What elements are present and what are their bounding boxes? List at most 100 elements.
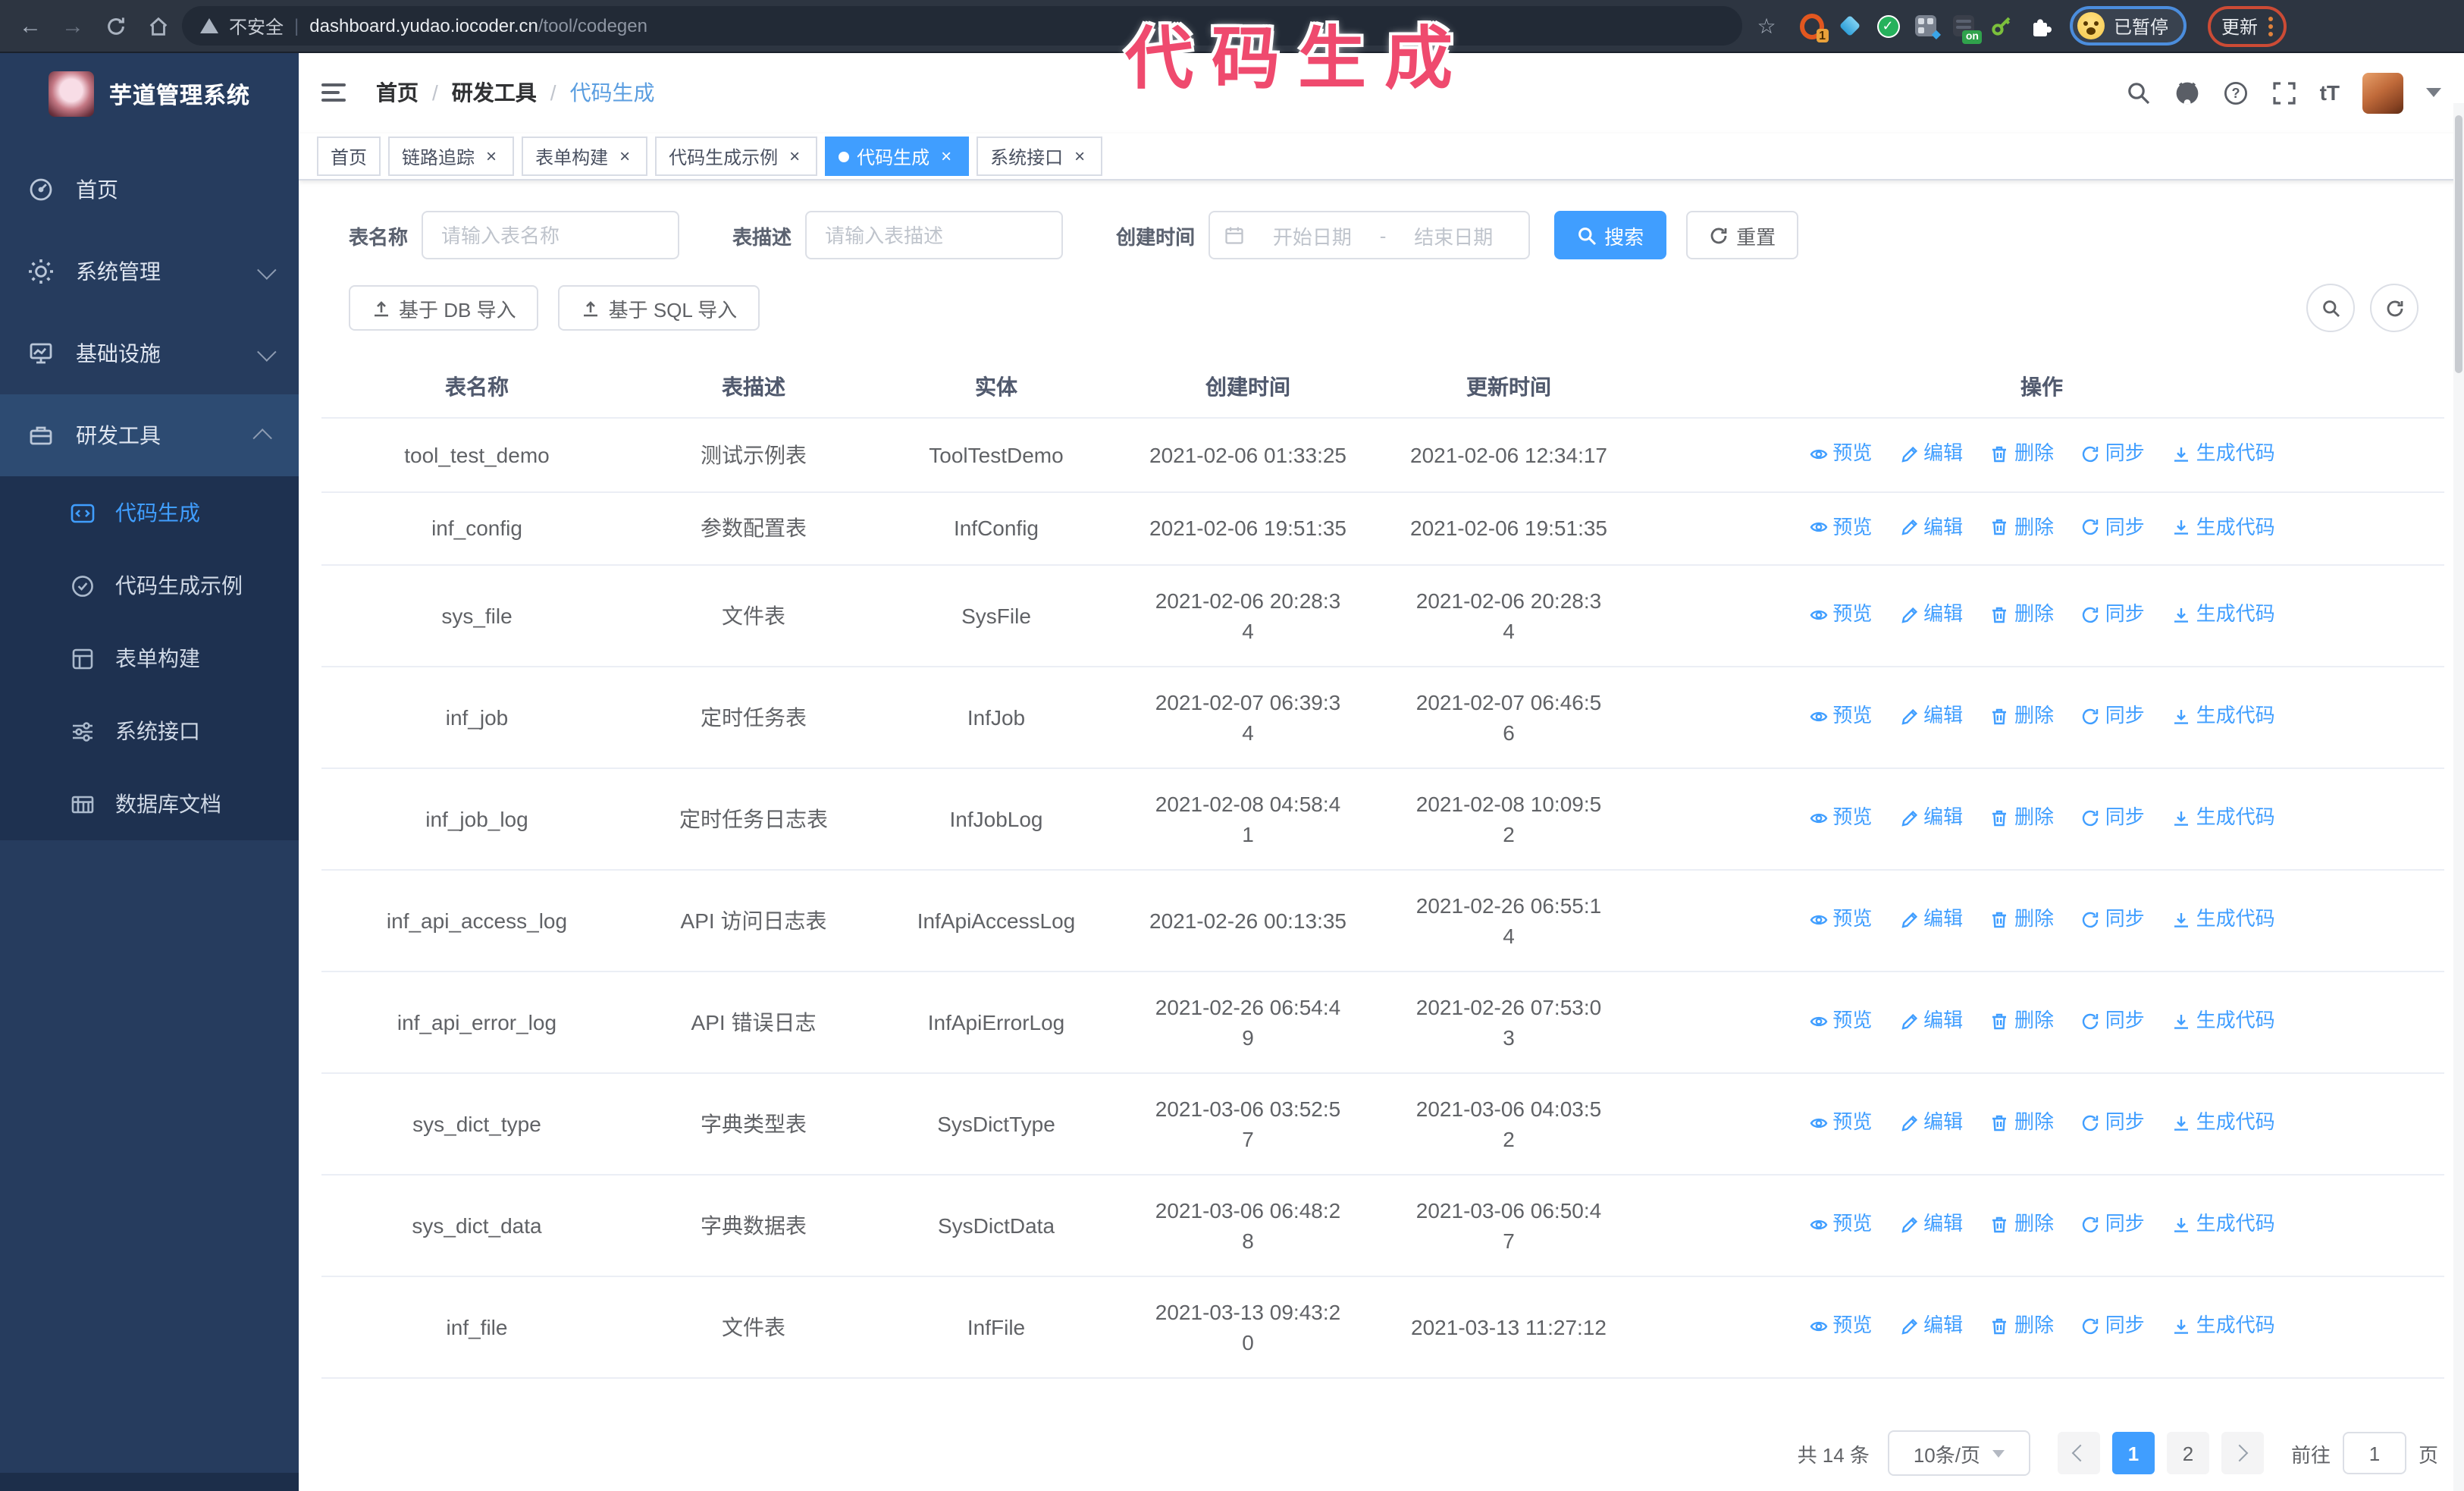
preview-link[interactable]: 预览 [1808, 512, 1872, 542]
avatar-caret-icon[interactable] [2426, 88, 2441, 97]
sync-link[interactable]: 同步 [2081, 512, 2145, 542]
edit-link[interactable]: 编辑 [1899, 1311, 1963, 1342]
edit-link[interactable]: 编辑 [1899, 702, 1963, 732]
goto-page-input[interactable] [2342, 1432, 2406, 1474]
generate-code-link[interactable]: 生成代码 [2172, 600, 2275, 630]
sidebar-item-home[interactable]: 首页 [0, 149, 299, 231]
page-button-1[interactable]: 1 [2111, 1432, 2155, 1474]
extension-check-icon[interactable] [1876, 14, 1900, 38]
sync-link[interactable]: 同步 [2081, 600, 2145, 630]
sidebar-item-db-doc[interactable]: 数据库文档 [0, 767, 299, 840]
sync-link[interactable]: 同步 [2081, 702, 2145, 732]
tab-form-builder[interactable]: 表单构建 [522, 137, 648, 176]
browser-back-icon[interactable] [12, 8, 49, 44]
sync-link[interactable]: 同步 [2081, 803, 2145, 833]
browser-update-button[interactable]: 更新 [2208, 5, 2287, 46]
github-icon[interactable] [2174, 80, 2200, 105]
preview-link[interactable]: 预览 [1808, 438, 1872, 469]
delete-link[interactable]: 删除 [1990, 905, 2054, 935]
sidebar-item-codegen-example[interactable]: 代码生成示例 [0, 549, 299, 622]
sidebar-item-devtools[interactable]: 研发工具 [0, 394, 299, 476]
generate-code-link[interactable]: 生成代码 [2172, 1210, 2275, 1240]
tab-system-api[interactable]: 系统接口 [977, 137, 1103, 176]
next-page-button[interactable] [2221, 1432, 2264, 1474]
extensions-puzzle-icon[interactable] [2027, 14, 2052, 38]
search-icon[interactable] [2126, 80, 2152, 105]
profile-paused-badge[interactable]: 已暂停 [2070, 6, 2187, 46]
close-icon[interactable] [785, 147, 804, 165]
tab-home[interactable]: 首页 [317, 137, 381, 176]
tab-codegen[interactable]: 代码生成 [825, 137, 970, 176]
page-button-2[interactable]: 2 [2166, 1432, 2209, 1474]
extension-key-icon[interactable] [1989, 14, 2014, 38]
preview-link[interactable]: 预览 [1808, 1006, 1872, 1037]
sync-link[interactable]: 同步 [2081, 1210, 2145, 1240]
toggle-search-button[interactable] [2306, 284, 2355, 332]
date-range-picker[interactable]: 开始日期 - 结束日期 [1208, 211, 1531, 259]
generate-code-link[interactable]: 生成代码 [2172, 803, 2275, 833]
edit-link[interactable]: 编辑 [1899, 1210, 1963, 1240]
generate-code-link[interactable]: 生成代码 [2172, 512, 2275, 542]
delete-link[interactable]: 删除 [1990, 1006, 2054, 1037]
delete-link[interactable]: 删除 [1990, 1311, 2054, 1342]
sidebar-item-form-builder[interactable]: 表单构建 [0, 622, 299, 695]
edit-link[interactable]: 编辑 [1899, 905, 1963, 935]
hamburger-icon[interactable] [321, 77, 352, 108]
sync-link[interactable]: 同步 [2081, 438, 2145, 469]
edit-link[interactable]: 编辑 [1899, 1006, 1963, 1037]
delete-link[interactable]: 删除 [1990, 1210, 2054, 1240]
fullscreen-icon[interactable] [2271, 80, 2297, 105]
delete-link[interactable]: 删除 [1990, 600, 2054, 630]
breadcrumb-home[interactable]: 首页 [376, 77, 419, 108]
edit-link[interactable]: 编辑 [1899, 803, 1963, 833]
preview-link[interactable]: 预览 [1808, 1210, 1872, 1240]
generate-code-link[interactable]: 生成代码 [2172, 905, 2275, 935]
tab-tracing[interactable]: 链路追踪 [388, 137, 515, 176]
sync-link[interactable]: 同步 [2081, 1108, 2145, 1138]
breadcrumb-devtools[interactable]: 研发工具 [452, 77, 537, 108]
edit-link[interactable]: 编辑 [1899, 438, 1963, 469]
close-icon[interactable] [937, 147, 955, 165]
table-desc-input[interactable] [805, 211, 1064, 259]
import-sql-button[interactable]: 基于 SQL 导入 [558, 285, 760, 331]
import-db-button[interactable]: 基于 DB 导入 [349, 285, 539, 331]
browser-reload-icon[interactable] [97, 8, 133, 44]
generate-code-link[interactable]: 生成代码 [2172, 702, 2275, 732]
avatar[interactable] [2362, 72, 2403, 113]
reset-button[interactable]: 重置 [1686, 211, 1799, 259]
extension-gem-icon[interactable] [1838, 14, 1862, 38]
table-name-input[interactable] [422, 211, 680, 259]
delete-link[interactable]: 删除 [1990, 512, 2054, 542]
font-size-icon[interactable]: tT [2320, 80, 2340, 105]
search-button[interactable]: 搜索 [1554, 211, 1667, 259]
sync-link[interactable]: 同步 [2081, 905, 2145, 935]
sidebar-item-infra[interactable]: 基础设施 [0, 312, 299, 394]
extension-grid-icon[interactable] [1914, 14, 1938, 38]
edit-link[interactable]: 编辑 [1899, 512, 1963, 542]
preview-link[interactable]: 预览 [1808, 1108, 1872, 1138]
sidebar-item-codegen[interactable]: 代码生成 [0, 476, 299, 549]
edit-link[interactable]: 编辑 [1899, 600, 1963, 630]
delete-link[interactable]: 删除 [1990, 1108, 2054, 1138]
preview-link[interactable]: 预览 [1808, 702, 1872, 732]
close-icon[interactable] [482, 147, 500, 165]
page-size-select[interactable]: 10条/页 [1887, 1430, 2030, 1476]
extension-dark-icon[interactable]: on [1951, 14, 1982, 44]
preview-link[interactable]: 预览 [1808, 803, 1872, 833]
tab-codegen-example[interactable]: 代码生成示例 [655, 137, 818, 176]
generate-code-link[interactable]: 生成代码 [2172, 1311, 2275, 1342]
extension-orange-ring-icon[interactable]: 1 [1800, 13, 1829, 42]
breadcrumb-current[interactable]: 代码生成 [570, 77, 655, 108]
close-icon[interactable] [1071, 147, 1089, 165]
sidebar-item-system[interactable]: 系统管理 [0, 231, 299, 312]
sync-link[interactable]: 同步 [2081, 1006, 2145, 1037]
sidebar-logo[interactable]: 芋道管理系统 [0, 52, 299, 137]
close-icon[interactable] [616, 147, 634, 165]
address-bar[interactable]: 不安全 | dashboard.yudao.iocoder.cn/tool/co… [182, 6, 1742, 46]
bookmark-star-icon[interactable] [1748, 8, 1785, 44]
page-scrollbar[interactable] [2453, 103, 2464, 1491]
generate-code-link[interactable]: 生成代码 [2172, 1006, 2275, 1037]
preview-link[interactable]: 预览 [1808, 600, 1872, 630]
generate-code-link[interactable]: 生成代码 [2172, 1108, 2275, 1138]
browser-menu-icon[interactable] [2268, 16, 2274, 36]
